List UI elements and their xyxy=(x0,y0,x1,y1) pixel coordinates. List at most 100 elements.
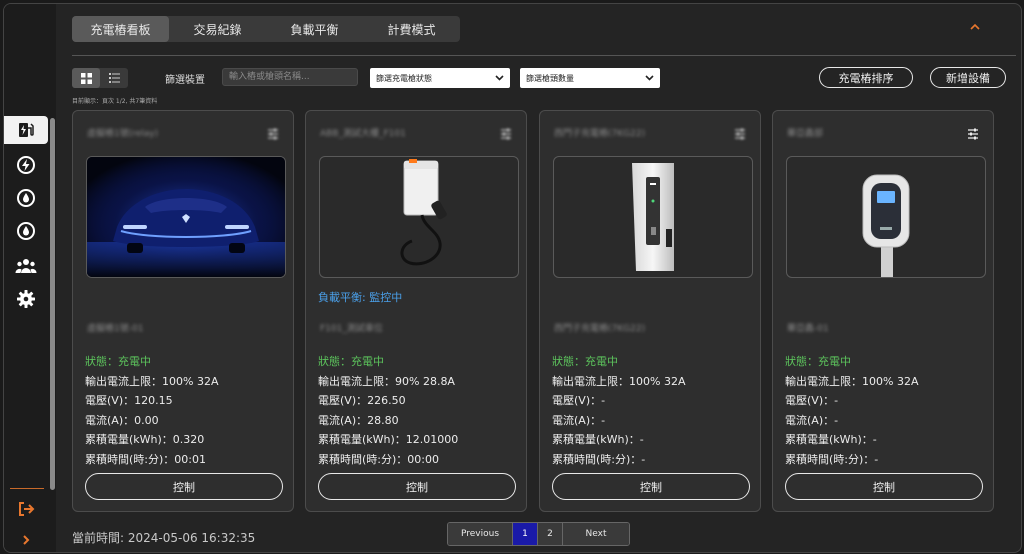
header-divider xyxy=(72,55,1016,56)
voltage: 電壓(V)：- xyxy=(785,394,839,407)
current-limit: 輸出電流上限：90% 28.8A xyxy=(318,374,455,388)
status-text: 狀態：充電中 xyxy=(85,355,151,368)
current: 電流(A)：- xyxy=(785,413,839,427)
sidebar xyxy=(4,4,56,552)
previous-page-button[interactable]: Previous xyxy=(448,523,513,545)
chevron-up-icon xyxy=(970,23,980,30)
charger-image xyxy=(319,156,519,278)
expand-sidebar-button[interactable] xyxy=(4,526,48,552)
current-time: 當前時間: 2024-05-06 16:32:35 xyxy=(72,531,256,545)
charger-info: 狀態：充電中 輸出電流上限：100% 32A 電壓(V)：- 電流(A)：- 累… xyxy=(785,352,918,469)
control-button[interactable]: 控制 xyxy=(552,473,750,500)
results-summary: 目前顯示：頁次 1/2, 共7筆資料 xyxy=(72,98,158,105)
page-2-button[interactable]: 2 xyxy=(538,523,563,545)
voltage: 電壓(V)：120.15 xyxy=(85,394,173,407)
chevron-right-icon xyxy=(23,535,30,545)
grid-icon xyxy=(80,72,92,84)
control-button[interactable]: 控制 xyxy=(785,473,983,500)
grid-view-button[interactable] xyxy=(72,68,100,88)
charger-card: 華亞鑫部 華亞鑫-01 狀態：充電中 輸出電流上限：100% 32A 電壓(V)… xyxy=(772,110,994,512)
tab-load-balance[interactable]: 負載平衡 xyxy=(266,16,363,42)
connector-name: 華亞鑫-01 xyxy=(787,324,829,334)
main-tabs: 充電樁看板 交易紀錄 負載平衡 計費模式 xyxy=(72,16,460,42)
charger-name: ABB_測試大樓_F101 xyxy=(320,129,406,139)
pillar-charger-image xyxy=(632,163,674,271)
sort-chargers-button[interactable]: 充電樁排序 xyxy=(819,67,913,88)
control-button[interactable]: 控制 xyxy=(85,473,283,500)
current-limit: 輸出電流上限：100% 32A xyxy=(785,374,919,388)
page-1-button[interactable]: 1 xyxy=(513,523,538,545)
collapse-button[interactable] xyxy=(966,18,984,36)
chevron-down-icon xyxy=(495,75,504,81)
tune-sliders-icon xyxy=(268,128,278,140)
add-device-button[interactable]: 新增設備 xyxy=(930,67,1006,88)
energy: 累積電量(kWh)：12.01000 xyxy=(318,433,459,446)
energy: 累積電量(kWh)：- xyxy=(552,433,644,446)
charger-name: 虛擬樁1號(relay) xyxy=(87,129,159,139)
sidebar-item-ev-station[interactable] xyxy=(4,116,48,144)
charger-image xyxy=(86,156,286,278)
app-window: 充電樁看板 交易紀錄 負載平衡 計費模式 篩選裝置 篩選充電槍狀態 xyxy=(3,3,1022,553)
pagination: Previous 1 2 Next xyxy=(447,522,630,546)
sidebar-divider xyxy=(10,488,44,489)
sidebar-scrollbar[interactable] xyxy=(50,118,55,490)
drop-icon xyxy=(17,222,35,240)
connector-name: F101_測試車位 xyxy=(320,324,383,334)
count-filter-select[interactable]: 篩選槍頭數量 xyxy=(520,68,660,88)
voltage: 電壓(V)：226.50 xyxy=(318,394,406,407)
tune-sliders-icon xyxy=(968,128,978,140)
status-text: 狀態：充電中 xyxy=(552,355,618,368)
bolt-circle-icon xyxy=(17,156,35,174)
card-menu-button[interactable] xyxy=(500,125,512,144)
chevron-down-icon xyxy=(645,75,654,81)
current: 電流(A)：- xyxy=(552,413,606,427)
status-filter-select[interactable]: 篩選充電槍狀態 xyxy=(370,68,510,88)
tune-sliders-icon xyxy=(735,128,745,140)
sidebar-item-water-2[interactable] xyxy=(4,217,48,245)
connector-name: 虛擬樁1號-01 xyxy=(87,324,144,334)
card-menu-button[interactable] xyxy=(267,125,279,144)
card-menu-button[interactable] xyxy=(734,125,746,144)
sidebar-item-users[interactable] xyxy=(4,252,48,280)
device-search-input[interactable] xyxy=(222,68,358,86)
tab-billing[interactable]: 計費模式 xyxy=(363,16,460,42)
tab-dashboard[interactable]: 充電樁看板 xyxy=(72,16,169,42)
charger-info: 狀態：充電中 輸出電流上限：100% 32A 電壓(V)：- 電流(A)：- 累… xyxy=(552,352,685,469)
view-toggle xyxy=(72,68,128,88)
next-page-button[interactable]: Next xyxy=(563,523,629,545)
status-text: 狀態：充電中 xyxy=(318,355,384,368)
tab-transactions[interactable]: 交易紀錄 xyxy=(169,16,266,42)
charger-image xyxy=(786,156,986,278)
gear-icon xyxy=(17,290,35,308)
duration: 累積時間(時:分)：00:00 xyxy=(318,452,439,466)
control-button[interactable]: 控制 xyxy=(318,473,516,500)
charger-info: 狀態：充電中 輸出電流上限：90% 28.8A 電壓(V)：226.50 電流(… xyxy=(318,352,458,469)
status-text: 狀態：充電中 xyxy=(785,355,851,368)
current-limit: 輸出電流上限：100% 32A xyxy=(85,374,219,388)
wallbox-charger-image xyxy=(400,159,447,266)
sidebar-item-water[interactable] xyxy=(4,184,48,212)
count-filter-value: 篩選槍頭數量 xyxy=(526,73,574,83)
pedestal-charger-image xyxy=(862,174,910,277)
sidebar-item-settings[interactable] xyxy=(4,285,48,313)
charger-image xyxy=(553,156,753,278)
charger-info: 狀態：充電中 輸出電流上限：100% 32A 電壓(V)：120.15 電流(A… xyxy=(85,352,218,469)
card-menu-button[interactable] xyxy=(967,125,979,144)
list-icon xyxy=(108,73,120,83)
load-balance-status: 負載平衡: 監控中 xyxy=(318,291,403,304)
sidebar-item-power[interactable] xyxy=(4,151,48,179)
current-limit: 輸出電流上限：100% 32A xyxy=(552,374,686,388)
car-image xyxy=(87,157,285,277)
energy: 累積電量(kWh)：- xyxy=(785,433,877,446)
status-filter-value: 篩選充電槍狀態 xyxy=(376,73,432,83)
energy: 累積電量(kWh)：0.320 xyxy=(85,433,205,446)
charger-card: 虛擬樁1號(relay) 虛擬樁1號-01 狀態：充電中 輸出電流上限：100%… xyxy=(72,110,294,512)
current: 電流(A)：28.80 xyxy=(318,413,399,427)
charger-card: ABB_測試大樓_F101 負載平衡: 監控中 F101_測試車位 狀態：充電中… xyxy=(305,110,527,512)
duration: 累積時間(時:分)：- xyxy=(552,452,646,466)
logout-icon xyxy=(19,502,35,516)
voltage: 電壓(V)：- xyxy=(552,394,606,407)
logout-button[interactable] xyxy=(4,495,48,523)
list-view-button[interactable] xyxy=(100,68,128,88)
filter-label: 篩選裝置 xyxy=(165,75,205,86)
